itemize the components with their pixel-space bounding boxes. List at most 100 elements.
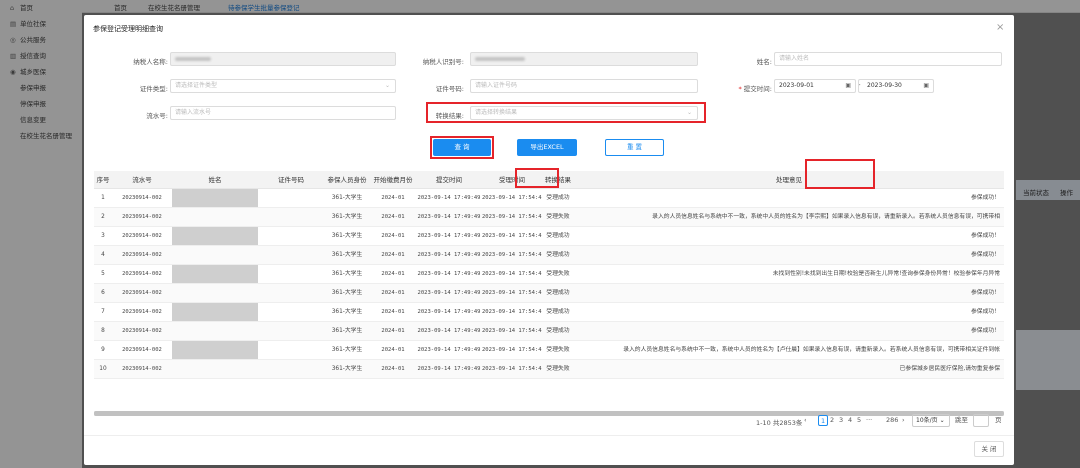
goto-page-input[interactable] (973, 414, 989, 427)
query-button[interactable]: 查 询 (433, 139, 491, 156)
cert-type-label: 证件类型: (139, 85, 168, 93)
table-header-cell: 序号 (96, 176, 110, 184)
page-number[interactable]: 3 (839, 415, 843, 426)
table-cell-result: 受理失败 (546, 271, 570, 277)
reset-button[interactable]: 重 置 (605, 139, 664, 156)
table-cell-result: 受理成功 (546, 252, 570, 258)
table-cell-identity: 361-大学生 (331, 328, 363, 334)
table-cell-submit: 2023-09-14 17:49:49 (417, 347, 481, 353)
table-row[interactable]: 3 20230914-002 361-大学生 2024-01 2023-09-14 17… (94, 227, 1004, 246)
page-number[interactable]: 286 (886, 415, 898, 426)
table-cell-submit: 2023-09-14 17:49:49 (417, 195, 481, 201)
table-cell-month: 2024-01 (381, 195, 405, 201)
date-from-input[interactable]: 2023-09-01 ▣ (774, 79, 856, 93)
export-excel-button[interactable]: 导出EXCEL (517, 139, 577, 156)
serial-input[interactable]: 请输入流水号 (170, 106, 396, 120)
chevron-down-icon: ⌄ (686, 109, 692, 116)
table-header-cell: 流水号 (132, 176, 152, 184)
page-number[interactable]: 4 (848, 415, 852, 426)
table-cell-accept: 2023-09-14 17:54:45 (482, 309, 542, 315)
table-row[interactable]: 4 20230914-002 361-大学生 2024-01 2023-09-14 17… (94, 246, 1004, 265)
table-cell-opinion: 参保成功！ (971, 195, 1000, 201)
table-row[interactable]: 8 20230914-002 361-大学生 2024-01 2023-09-14 17… (94, 322, 1004, 341)
table-cell-submit: 2023-09-14 17:49:49 (417, 309, 481, 315)
result-placeholder: 请选择转换结果 (475, 109, 518, 116)
taxpayer-id-field (470, 52, 698, 66)
result-select[interactable]: 请选择转换结果 ⌄ (470, 106, 698, 120)
table-cell-no: 6 (101, 290, 105, 296)
table-cell-serial: 20230914-002 (122, 214, 162, 220)
table-cell-no: 1 (101, 195, 105, 201)
table-header: 序号 流水号 姓名 证件号码 参保人员身份 开始缴费月份 提交时间 受理时间 转换结果 处理意见 (94, 171, 1004, 189)
table-cell-serial: 20230914-002 (122, 309, 162, 315)
page-number[interactable]: ··· (866, 415, 872, 426)
table-cell-month: 2024-01 (381, 328, 405, 334)
table-cell-opinion: 参保成功！ (971, 252, 1000, 258)
table-cell-no: 8 (101, 328, 105, 334)
table-cell-accept: 2023-09-14 17:54:46 (482, 290, 542, 296)
page-number[interactable]: 5 (857, 415, 861, 426)
prev-page-icon[interactable]: ‹ (804, 415, 807, 426)
table-row[interactable]: 7 20230914-002 361-大学生 2024-01 2023-09-14 17… (94, 303, 1004, 322)
table-cell-submit: 2023-09-14 17:49:49 (417, 233, 481, 239)
table-row[interactable]: 6 20230914-002 361-大学生 2024-01 2023-09-14 17… (94, 284, 1004, 303)
chevron-down-icon: ⌄ (939, 417, 945, 424)
table-cell-accept: 2023-09-14 17:54:48 (482, 233, 542, 239)
result-table: 序号 流水号 姓名 证件号码 参保人员身份 开始缴费月份 提交时间 受理时间 转换结果 处理意见 … (94, 171, 1004, 419)
page-unit-label: 页 (995, 416, 1002, 424)
cert-no-input[interactable]: 请输入证件号码 (470, 79, 698, 93)
page-size-select[interactable]: 10条/页 ⌄ (912, 414, 950, 427)
masked-value (475, 57, 525, 61)
table-cell-serial: 20230914-002 (122, 252, 162, 258)
table-cell-no: 2 (101, 214, 105, 220)
date-to-input[interactable]: 2023-09-30 ▣ (858, 79, 934, 93)
table-cell-month: 2024-01 (381, 233, 405, 239)
table-cell-opinion: 已参保城乡居民医疗保险,请勿重复参保 (899, 366, 1000, 372)
table-cell-opinion: 录入的人员信息姓名与系统中不一致，系统中人员的姓名为【卢仕晨】如果录入信息有误，… (623, 347, 1000, 353)
table-cell-identity: 361-大学生 (331, 252, 363, 258)
table-cell-serial: 20230914-002 (122, 347, 162, 353)
table-cell-opinion: 参保成功！ (971, 328, 1000, 334)
table-header-cell: 提交时间 (436, 176, 462, 184)
modal-title: 参保登记受理明细查询 (93, 25, 163, 33)
submit-time-label: * 提交时间: (738, 85, 772, 93)
table-cell-accept: 2023-09-14 17:54:46 (482, 271, 542, 277)
table-cell-submit: 2023-09-14 17:49:49 (417, 214, 481, 220)
cert-type-select[interactable]: 请选择证件类型 ⌄ (170, 79, 396, 93)
table-cell-result: 受理失败 (546, 347, 570, 353)
table-cell-identity: 361-大学生 (331, 366, 363, 372)
table-cell-result: 受理成功 (546, 195, 570, 201)
table-cell-no: 5 (101, 271, 105, 277)
table-row[interactable]: 10 20230914-002 361-大学生 2024-01 2023-09-14 1… (94, 360, 1004, 379)
app-root: ⌂ 首页 ▤ 单位社保 ◎ 公共服务 ▥ 授信查询 ◉ 城乡医保 参保申报 停保申报 信息变更 在校生花名… (0, 0, 1080, 468)
result-label: 转换结果: (435, 112, 464, 120)
table-cell-no: 9 (101, 347, 105, 353)
close-icon[interactable]: × (996, 22, 1004, 33)
masked-value (175, 57, 211, 61)
table-row[interactable]: 9 20230914-002 361-大学生 2024-01 2023-09-14 17… (94, 341, 1004, 360)
taxpayer-id-label: 纳税人识别号: (422, 58, 464, 66)
next-page-icon[interactable]: › (902, 415, 905, 426)
table-header-cell: 受理时间 (499, 176, 525, 184)
cert-no-label: 证件号码: (435, 85, 464, 93)
table-cell-result: 受理失败 (546, 214, 570, 220)
page-number[interactable]: 2 (830, 415, 834, 426)
table-header-cell: 转换结果 (545, 176, 571, 184)
table-row[interactable]: 2 20230914-002 361-大学生 2024-01 2023-09-14 17… (94, 208, 1004, 227)
table-row[interactable]: 1 20230914-002 361-大学生 2024-01 2023-09-14 17… (94, 189, 1004, 208)
table-row[interactable]: 5 20230914-002 361-大学生 2024-01 2023-09-14 17… (94, 265, 1004, 284)
calendar-icon: ▣ (923, 82, 929, 89)
table-header-cell: 姓名 (208, 176, 222, 184)
table-cell-accept: 2023-09-14 17:54:42 (482, 366, 542, 372)
taxpayer-name-field (170, 52, 396, 66)
table-cell-opinion: 参保成功！ (971, 290, 1000, 296)
table-header-cell: 处理意见 (776, 176, 802, 184)
calendar-icon: ▣ (845, 82, 851, 89)
close-button[interactable]: 关 闭 (974, 441, 1004, 457)
table-cell-submit: 2023-09-14 17:49:49 (417, 252, 481, 258)
table-cell-opinion: 参保成功！ (971, 233, 1000, 239)
name-input[interactable]: 请输入姓名 (774, 52, 1002, 66)
table-cell-accept: 2023-09-14 17:54:49 (482, 195, 542, 201)
page-number[interactable]: 1 (818, 415, 829, 426)
table-cell-identity: 361-大学生 (331, 271, 363, 277)
